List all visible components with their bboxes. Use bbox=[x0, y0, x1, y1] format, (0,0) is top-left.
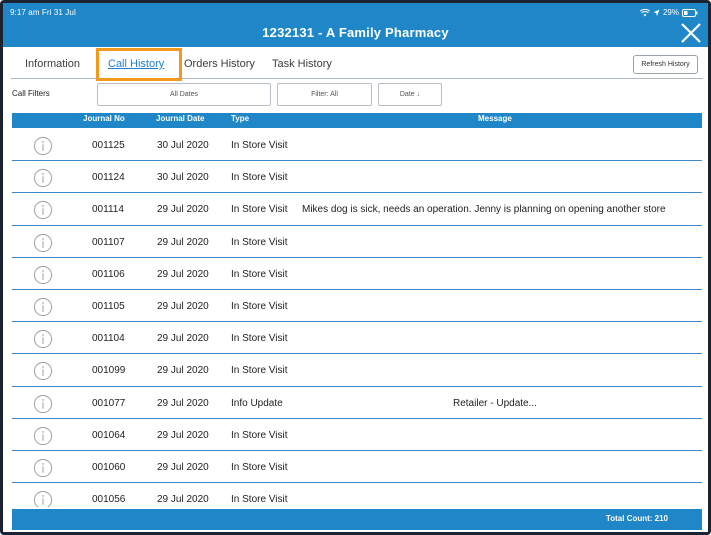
total-count: Total Count: 210 bbox=[605, 514, 668, 523]
bottom-strip bbox=[3, 530, 708, 532]
close-icon[interactable] bbox=[680, 22, 702, 44]
journal-date: 29 Jul 2020 bbox=[157, 461, 209, 473]
journal-no: 001114 bbox=[92, 204, 124, 216]
table-row[interactable]: 001104 29 Jul 2020 In Store Visit bbox=[12, 322, 702, 355]
table-row[interactable]: 001107 29 Jul 2020 In Store Visit bbox=[12, 226, 702, 258]
info-icon[interactable] bbox=[33, 361, 53, 381]
journal-type: In Store Visit bbox=[231, 333, 288, 345]
journal-no: 001056 bbox=[92, 494, 126, 506]
journal-type: In Store Visit bbox=[231, 429, 288, 441]
journal-type: In Store Visit bbox=[231, 140, 288, 151]
journal-type: In Store Visit bbox=[231, 461, 288, 473]
journal-date: 29 Jul 2020 bbox=[157, 397, 209, 409]
table-row[interactable]: 001106 29 Jul 2020 In Store Visit bbox=[12, 258, 702, 290]
sort-date-button[interactable]: Date ↓ bbox=[378, 83, 442, 106]
journal-type: In Store Visit bbox=[231, 494, 288, 506]
journal-type: Info Update bbox=[231, 397, 283, 409]
tab-orders-history[interactable]: Orders History bbox=[184, 53, 255, 77]
journal-no: 001104 bbox=[92, 333, 125, 345]
table-row[interactable]: 001056 29 Jul 2020 In Store Visit bbox=[12, 483, 702, 507]
journal-type: In Store Visit bbox=[231, 172, 288, 184]
info-icon[interactable] bbox=[33, 458, 53, 478]
table-row[interactable]: 001125 30 Jul 2020 In Store Visit bbox=[12, 129, 702, 162]
refresh-history-button[interactable]: Refresh History bbox=[633, 55, 698, 74]
battery-icon bbox=[682, 8, 698, 17]
info-icon[interactable] bbox=[33, 394, 53, 414]
column-journal-no: Journal No bbox=[83, 114, 125, 123]
info-icon[interactable] bbox=[33, 136, 53, 156]
journal-no: 001125 bbox=[92, 140, 125, 151]
info-icon[interactable] bbox=[33, 426, 53, 446]
info-icon[interactable] bbox=[33, 265, 53, 285]
journal-no: 001105 bbox=[92, 300, 125, 312]
table-row[interactable]: 001105 29 Jul 2020 In Store Visit bbox=[12, 290, 702, 323]
table-row[interactable]: 001124 30 Jul 2020 In Store Visit bbox=[12, 161, 702, 194]
journal-no: 001099 bbox=[92, 365, 126, 377]
journal-message: Retailer - Update... bbox=[453, 397, 537, 409]
tab-task-history[interactable]: Task History bbox=[272, 53, 332, 77]
journal-date: 30 Jul 2020 bbox=[157, 140, 209, 151]
journal-no: 001106 bbox=[92, 268, 125, 280]
journal-date: 30 Jul 2020 bbox=[157, 172, 209, 184]
tab-bar: Information Call History Orders History … bbox=[11, 48, 703, 81]
tab-information[interactable]: Information bbox=[25, 53, 80, 77]
app-window: 9:17 am Fri 31 Jul 29% 1232131 - A Famil… bbox=[0, 0, 711, 535]
tab-call-history[interactable]: Call History bbox=[108, 53, 164, 77]
battery-percent: 29% bbox=[662, 8, 679, 17]
journal-date: 29 Jul 2020 bbox=[157, 204, 209, 216]
call-filters-label: Call Filters bbox=[12, 89, 50, 98]
wifi-icon bbox=[639, 8, 650, 16]
journal-date: 29 Jul 2020 bbox=[157, 236, 209, 248]
table-row[interactable]: 001099 29 Jul 2020 In Store Visit bbox=[12, 354, 702, 387]
journal-date: 29 Jul 2020 bbox=[157, 494, 209, 506]
page-title: 1232131 - A Family Pharmacy bbox=[262, 25, 449, 40]
journal-no: 001064 bbox=[92, 429, 126, 441]
journal-message: Mikes dog is sick, needs an operation. J… bbox=[302, 204, 666, 216]
status-indicators: 29% bbox=[639, 8, 698, 17]
info-icon[interactable] bbox=[33, 490, 53, 507]
column-journal-date: Journal Date bbox=[156, 114, 205, 123]
journal-type: In Store Visit bbox=[231, 204, 288, 216]
table-row[interactable]: 001060 29 Jul 2020 In Store Visit bbox=[12, 451, 702, 484]
info-icon[interactable] bbox=[33, 329, 53, 349]
table-row[interactable]: 001077 29 Jul 2020 Info Update Retailer - U… bbox=[12, 387, 702, 419]
journal-date: 29 Jul 2020 bbox=[157, 333, 209, 345]
table-row[interactable]: 001114 29 Jul 2020 In Store Visit Mikes dog… bbox=[12, 193, 702, 226]
journal-date: 29 Jul 2020 bbox=[157, 365, 209, 377]
journal-no: 001107 bbox=[92, 236, 125, 248]
call-history-list[interactable]: 001125 30 Jul 2020 In Store Visit 001124 30 … bbox=[12, 129, 702, 507]
info-icon[interactable] bbox=[33, 168, 53, 188]
journal-date: 29 Jul 2020 bbox=[157, 300, 209, 312]
info-icon[interactable] bbox=[33, 233, 53, 253]
journal-no: 001077 bbox=[92, 397, 126, 409]
date-filter-button[interactable]: All Dates bbox=[97, 83, 271, 106]
journal-no: 001060 bbox=[92, 461, 126, 473]
journal-type: In Store Visit bbox=[231, 365, 288, 377]
header-bar: 9:17 am Fri 31 Jul 29% 1232131 - A Famil… bbox=[3, 3, 708, 47]
info-icon[interactable] bbox=[33, 297, 53, 317]
column-message: Message bbox=[478, 114, 512, 123]
column-type: Type bbox=[231, 114, 250, 123]
journal-date: 29 Jul 2020 bbox=[157, 429, 209, 441]
table-row[interactable]: 001064 29 Jul 2020 In Store Visit bbox=[12, 419, 702, 451]
journal-type: In Store Visit bbox=[231, 300, 288, 312]
status-time: 9:17 am Fri 31 Jul bbox=[10, 8, 76, 17]
journal-no: 001124 bbox=[92, 172, 125, 184]
journal-type: In Store Visit bbox=[231, 236, 288, 248]
table-footer: Total Count: 210 bbox=[12, 509, 702, 530]
table-header: Journal No Journal Date Type Message bbox=[12, 113, 702, 128]
journal-date: 29 Jul 2020 bbox=[157, 268, 209, 280]
type-filter-button[interactable]: Filter: All bbox=[277, 83, 372, 106]
journal-type: In Store Visit bbox=[231, 268, 288, 280]
location-icon bbox=[653, 9, 660, 16]
info-icon[interactable] bbox=[33, 200, 53, 220]
